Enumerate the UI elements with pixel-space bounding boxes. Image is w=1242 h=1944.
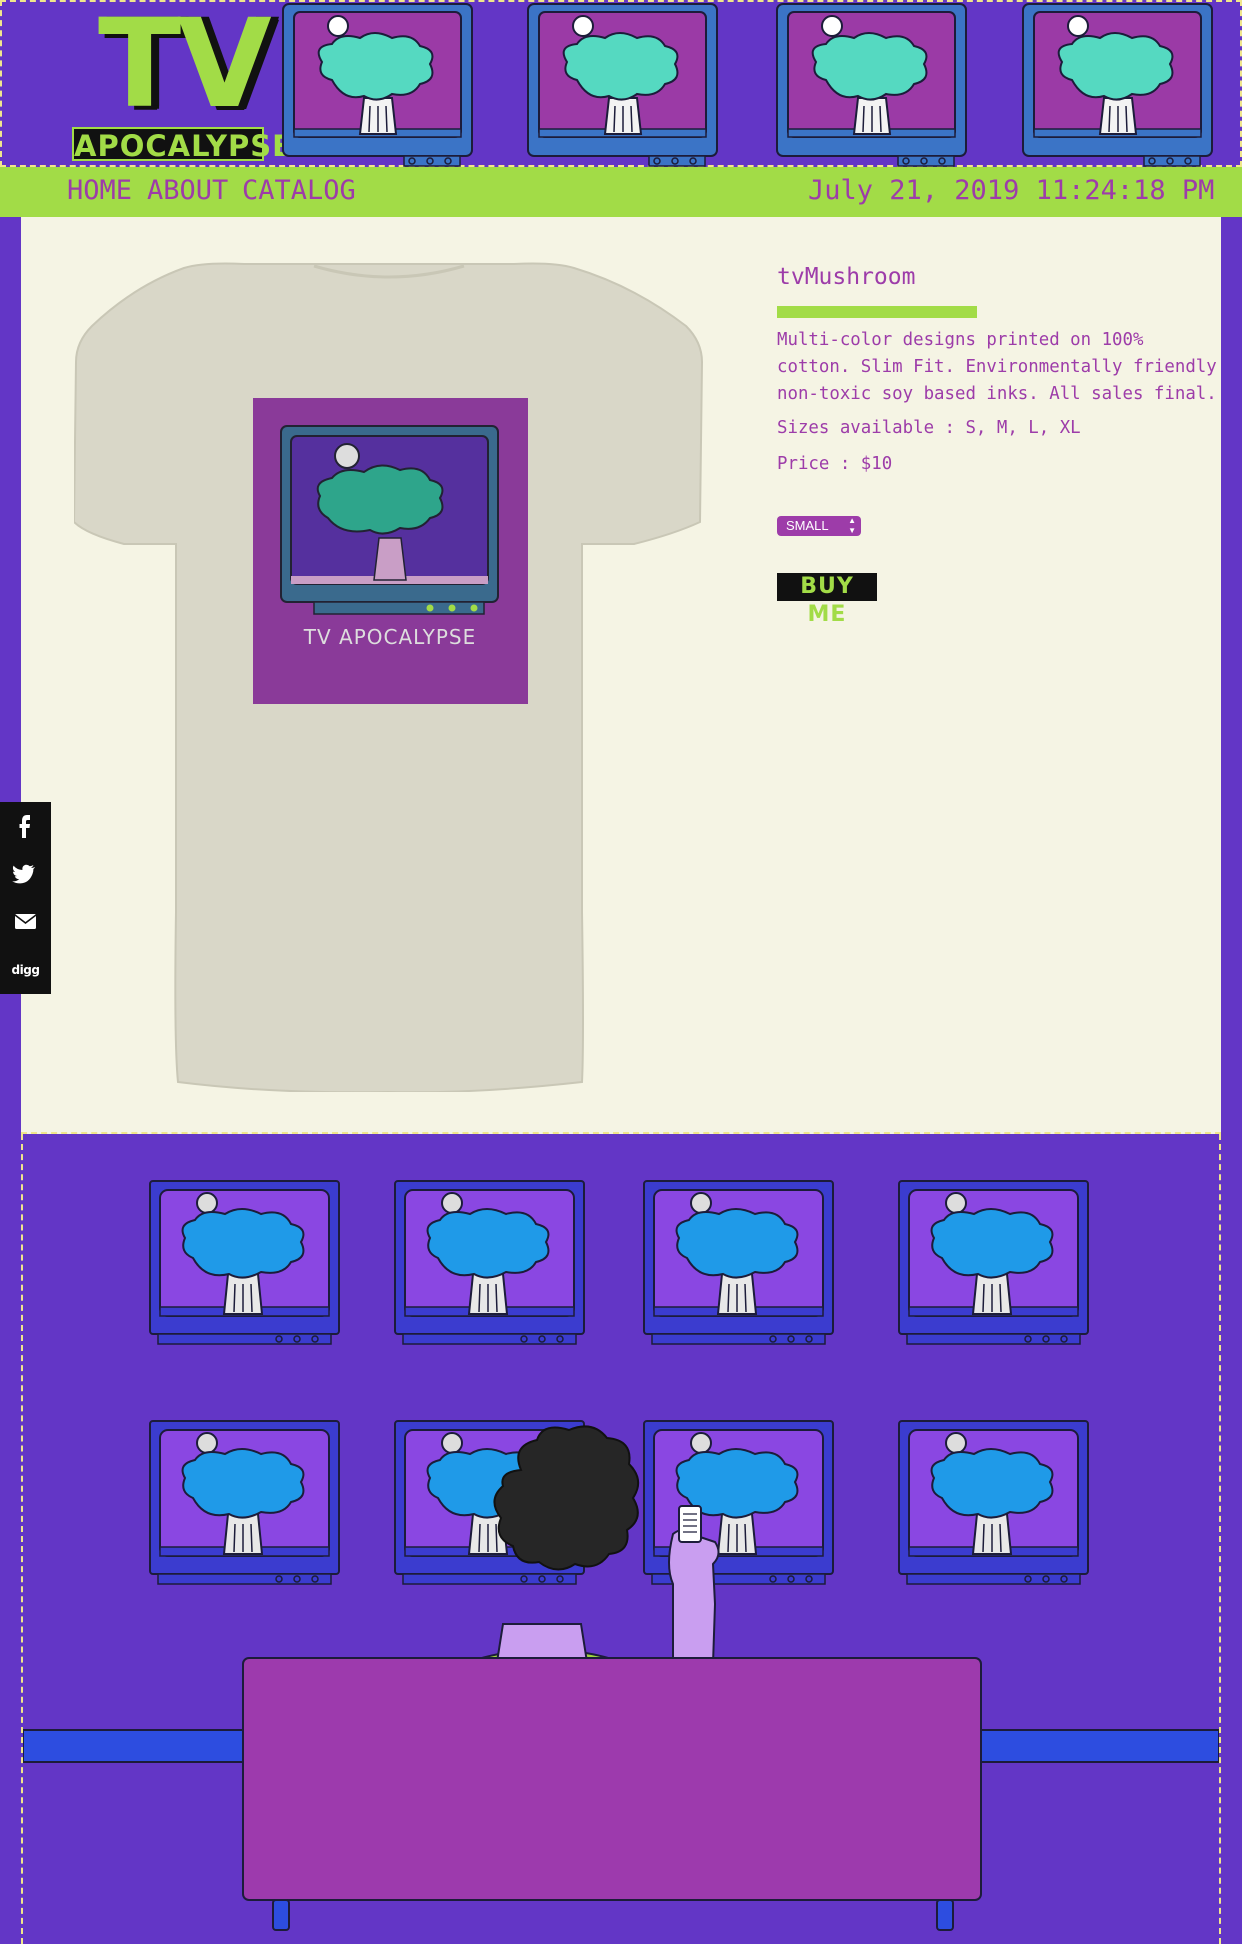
wall-tv-illustration	[149, 1180, 340, 1345]
digg-label: digg	[11, 963, 40, 977]
size-select-value: SMALL	[786, 518, 829, 533]
product-description: Multi-color designs printed on 100% cott…	[777, 330, 1217, 404]
facebook-icon[interactable]	[0, 802, 51, 850]
size-select[interactable]: SMALL ▲ ▼	[777, 516, 861, 536]
logo-title: TV	[98, 0, 272, 135]
shirt-print-text: TV APOCALYPSE	[303, 625, 476, 649]
wall-tv-illustration	[898, 1420, 1089, 1585]
nav-home[interactable]: HOME	[67, 171, 132, 211]
wall-tv-illustration	[394, 1180, 585, 1345]
wall-tv-illustration	[643, 1180, 834, 1345]
datetime-clock: July 21, 2019 11:24:18 PM	[808, 175, 1215, 206]
header-tv-illustration	[282, 3, 473, 167]
title-underline	[777, 306, 977, 318]
header-tv-illustration	[527, 3, 718, 167]
product-section: TV APOCALYPSE tvMushroom Multi-color des…	[21, 217, 1221, 1134]
wall-tv-illustration	[898, 1180, 1089, 1345]
nav-about[interactable]: ABOUT	[147, 171, 228, 211]
product-price: Price : $10	[777, 454, 893, 474]
email-icon[interactable]	[0, 898, 51, 946]
product-title: tvMushroom	[777, 264, 916, 290]
header-tv-illustration	[1022, 3, 1213, 167]
wall-tv-illustration	[149, 1420, 340, 1585]
product-sizes: Sizes available : S, M, L, XL	[777, 418, 1081, 438]
twitter-icon[interactable]	[0, 850, 51, 898]
nav-bar: HOME ABOUT CATALOG July 21, 2019 11:24:1…	[0, 167, 1242, 217]
share-bar: digg	[0, 802, 51, 994]
digg-icon[interactable]: digg	[0, 946, 51, 994]
logo-subtitle: APOCALYPSE	[72, 127, 293, 163]
tv-wall-scene	[21, 1134, 1221, 1944]
product-image[interactable]: TV APOCALYPSE	[74, 262, 704, 1092]
select-arrows-icon: ▲ ▼	[848, 516, 856, 535]
scene-illustration	[23, 1180, 1219, 1931]
header-tv-illustration	[776, 3, 967, 167]
buy-button[interactable]: BUY ME	[777, 573, 877, 627]
site-header: TV APOCALYPSE	[0, 0, 1242, 167]
nav-catalog[interactable]: CATALOG	[242, 171, 356, 211]
